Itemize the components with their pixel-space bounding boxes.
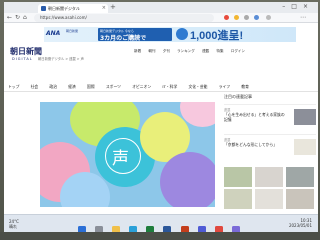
grid-photo[interactable] — [286, 167, 314, 187]
nav-item[interactable]: IT・科学 — [162, 84, 177, 90]
home-icon[interactable]: ⌂ — [23, 14, 27, 21]
header-link[interactable]: 連載 — [202, 49, 209, 53]
new-tab-icon[interactable]: + — [110, 3, 116, 11]
nav-item[interactable]: スポーツ — [106, 84, 121, 90]
taskbar-app-icons — [78, 219, 244, 232]
sidebar-title: 注目の連載記事 — [224, 94, 252, 99]
browser-tab-active[interactable]: 朝日新聞デジタル × — [38, 4, 108, 13]
ad-headline: 1,000進呈! — [190, 30, 244, 42]
extension-icon[interactable] — [234, 15, 239, 20]
grid-photo[interactable] — [255, 189, 283, 209]
article-headline[interactable]: 「心を生み出せる」と考える家族の記憶 — [224, 112, 286, 122]
grid-photo[interactable] — [224, 189, 252, 209]
address-bar: ← ↻ ⌂ https://www.asahi.com/ ⋯ — [4, 13, 318, 23]
nav-divider — [4, 91, 318, 92]
url-input[interactable]: https://www.asahi.com/ — [34, 14, 214, 22]
article-thumbnail[interactable] — [294, 109, 316, 125]
category-nav: トップ 社会 政治 経済 国際 スポーツ オピニオン IT・科学 文化・芸能 ラ… — [8, 84, 259, 90]
nav-item[interactable]: オピニオン — [132, 84, 151, 90]
hero-image[interactable]: 声 — [40, 102, 215, 207]
breadcrumb[interactable]: 朝日新聞デジタル > 連載 > 声 — [38, 56, 84, 61]
back-icon[interactable]: ← — [7, 14, 12, 21]
nav-item[interactable]: 文化・芸能 — [188, 84, 207, 90]
nav-item[interactable]: ライフ — [219, 84, 230, 90]
nav-item[interactable]: 社会 — [31, 84, 39, 90]
ad-brand-logo: ANA — [46, 30, 61, 37]
article-headline[interactable]: 「京都をどんな形にしてから」 — [224, 142, 286, 147]
ad-offer-text: 3カ月のご購読で — [100, 35, 147, 42]
sidebar: 注目の連載記事 連載 「心を生み出せる」と考える家族の記憶 連載 「京都をどんな… — [224, 94, 316, 164]
ad-circle-graphic — [176, 28, 188, 40]
system-tray[interactable]: 10:31 2023/05/01 — [289, 218, 312, 228]
nav-item[interactable]: 国際 — [87, 84, 95, 90]
article-thumbnail[interactable] — [294, 139, 316, 155]
more-icon[interactable]: ⋯ — [300, 14, 306, 21]
hero-blob — [160, 152, 215, 207]
weather-widget[interactable]: 24°C 晴れ — [9, 219, 19, 229]
collections-icon[interactable] — [254, 15, 259, 20]
tab-title: 朝日新聞デジタル — [48, 6, 80, 11]
weather-condition: 晴れ — [9, 224, 17, 229]
header-link[interactable]: ランキング — [177, 49, 195, 53]
sidebar-article[interactable]: 連載 「心を生み出せる」と考える家族の記憶 — [224, 104, 316, 134]
header-link[interactable]: 朝刊 — [148, 49, 155, 53]
nav-item[interactable]: トップ — [8, 84, 19, 90]
nav-item[interactable]: 経済 — [68, 84, 76, 90]
grid-photo[interactable] — [224, 167, 252, 187]
header-link[interactable]: ログイン — [231, 49, 245, 53]
laptop-screen: 朝日新聞デジタル × + –□× ← ↻ ⌂ https://www.asahi… — [4, 2, 318, 232]
sidebar-photo-grid — [224, 167, 316, 209]
site-header: 朝日新聞 DIGITAL 新着 朝刊 夕刊 ランキング 連載 特集 ログイン ト… — [4, 44, 318, 89]
laptop-bezel — [0, 232, 320, 240]
header-links: 新着 朝刊 夕刊 ランキング 連載 特集 ログイン — [134, 49, 251, 54]
close-tab-icon[interactable]: × — [102, 4, 106, 13]
refresh-icon[interactable]: ↻ — [15, 14, 20, 21]
favicon-icon — [41, 6, 46, 11]
header-link[interactable]: 夕刊 — [163, 49, 170, 53]
profile-icon[interactable] — [266, 15, 271, 20]
grid-photo[interactable] — [255, 167, 283, 187]
nav-item[interactable]: 政治 — [49, 84, 57, 90]
browser-tab-strip: 朝日新聞デジタル × + –□× — [4, 2, 318, 13]
window-controls[interactable]: –□× — [282, 3, 314, 10]
sidebar-article[interactable]: 連載 「京都をどんな形にしてから」 — [224, 134, 316, 164]
hero-kanji: 声 — [112, 149, 129, 169]
header-link[interactable]: 特集 — [216, 49, 223, 53]
nav-item[interactable]: 教育 — [241, 84, 249, 90]
grid-photo[interactable] — [286, 189, 314, 209]
ad-banner[interactable]: ANA 朝日新聞 朝日新聞デジタル 今なら 3カ月のご購読で 1,000進呈! — [4, 24, 318, 44]
extension-icon[interactable] — [224, 15, 229, 20]
ad-offer-box: 朝日新聞デジタル 今なら 3カ月のご購読で — [98, 28, 172, 42]
ad-banner-inner[interactable]: ANA 朝日新聞 朝日新聞デジタル 今なら 3カ月のご購読で 1,000進呈! — [44, 27, 296, 42]
ad-brand-text: 朝日新聞 — [66, 29, 79, 33]
favorites-icon[interactable] — [244, 15, 249, 20]
site-logo-sub: DIGITAL — [12, 57, 33, 61]
clock-date: 2023/05/01 — [288, 223, 312, 228]
windows-taskbar: 24°C 晴れ 10:31 2023/05/01 — [4, 214, 318, 232]
header-link[interactable]: 新着 — [134, 49, 141, 53]
